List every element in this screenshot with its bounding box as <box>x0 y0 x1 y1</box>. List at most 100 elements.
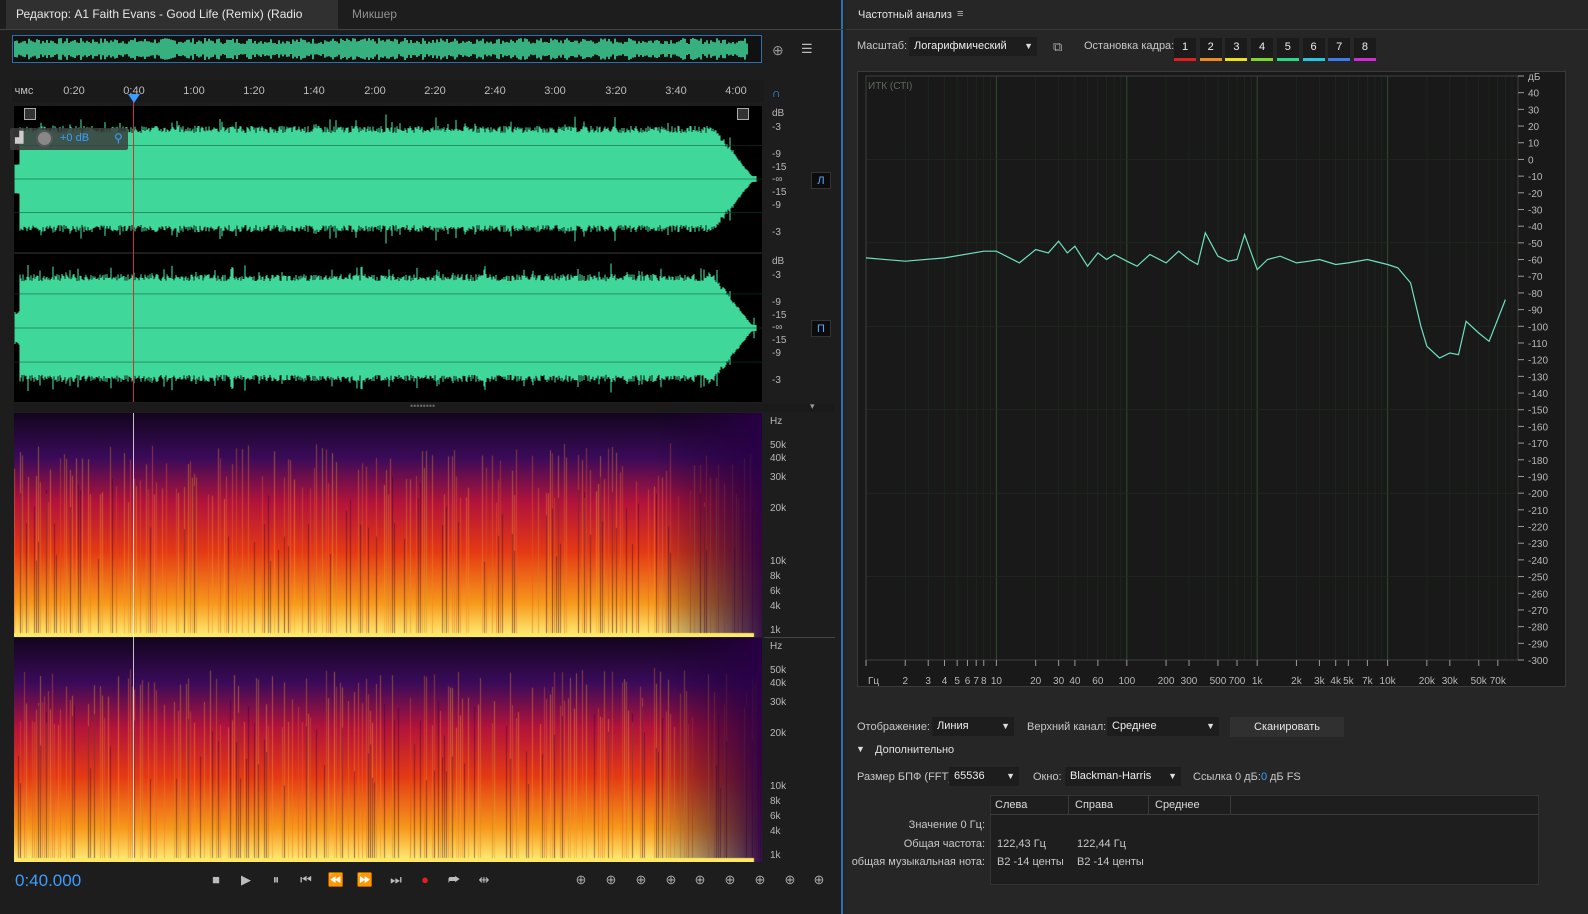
hold-frame-8-button[interactable]: 8 <box>1353 38 1376 61</box>
playhead-line <box>133 96 134 402</box>
copy-graph-icon[interactable]: ⧉ <box>1053 39 1062 55</box>
fast-forward-icon[interactable]: ⏩ <box>355 872 375 888</box>
reference-label: Ссылка 0 дБ: <box>1193 771 1261 783</box>
zoom-in-amplitude-icon[interactable]: ⊕ <box>571 872 591 888</box>
x-tick-label: 4 <box>942 676 948 687</box>
fft-size-label: Размер БПФ (FFT): <box>857 771 955 783</box>
gain-knob[interactable] <box>36 130 53 147</box>
header-sep <box>1148 795 1149 815</box>
zoom-in-time-icon[interactable]: ⊕ <box>631 872 651 888</box>
pause-icon[interactable]: ⏸ <box>266 872 286 888</box>
x-tick-label: 3k <box>1314 676 1326 687</box>
pin-icon[interactable]: ⚲ <box>114 131 123 145</box>
volume-bars-icon: ▟ <box>15 132 24 144</box>
hold-frame-6-button[interactable]: 6 <box>1302 38 1325 61</box>
fft-size-dropdown[interactable]: 65536 ▼ <box>949 767 1019 786</box>
disclosure-triangle-icon[interactable]: ▼ <box>856 744 865 754</box>
record-icon[interactable]: ● <box>415 872 435 887</box>
display-dropdown[interactable]: Линия ▼ <box>932 717 1014 736</box>
hold-frame-label: 2 <box>1207 41 1214 53</box>
hold-frame-label: 1 <box>1181 41 1189 53</box>
top-channel-label: Верхний канал: <box>1027 721 1107 733</box>
editor-panel: Редактор: A1 Faith Evans - Good Life (Re… <box>0 0 843 914</box>
spectrogram-right[interactable] <box>14 638 762 862</box>
hz-tick-label: 30k <box>770 697 787 708</box>
zoom-navigator-icon[interactable]: ⊕ <box>772 42 784 59</box>
advanced-toggle[interactable]: Дополнительно <box>875 744 954 756</box>
skip-selection-icon[interactable]: ⇹ <box>474 872 494 888</box>
zoom-in-end-icon[interactable]: ⊕ <box>750 872 770 888</box>
graph-ticks: Гц 2 3 4 5 6 7 8 10 20 30 40 60 100 200 300 500 700 1k 2k 3k… <box>865 72 1548 687</box>
hold-frame-label: 6 <box>1310 41 1317 53</box>
loop-icon[interactable]: ⮫ <box>444 872 464 888</box>
spectrogram-right-canvas <box>14 638 762 862</box>
overview-waveform[interactable] <box>12 35 762 63</box>
zoom-out-amplitude-icon[interactable]: ⊕ <box>601 872 621 888</box>
y-tick-label: -10 <box>1528 172 1543 183</box>
rewind-icon[interactable]: ⏪ <box>326 872 346 888</box>
tab-mixer[interactable]: Микшер <box>342 0 407 29</box>
scan-button[interactable]: Сканировать <box>1230 717 1344 737</box>
channel-right-toggle[interactable]: П <box>811 320 831 337</box>
zoom-selection-icon[interactable]: ⊕ <box>780 872 800 888</box>
window-value: Blackman-Harris <box>1070 770 1152 782</box>
waveform-right-channel[interactable] <box>14 254 762 402</box>
hold-frame-color-swatch <box>1302 58 1325 61</box>
hold-frame-4-button[interactable]: 4 <box>1251 38 1274 61</box>
zoom-out-time-icon[interactable]: ⊕ <box>661 872 681 888</box>
spectrogram-left-canvas <box>14 413 762 637</box>
spectrogram-left[interactable] <box>14 413 762 637</box>
y-tick-label: -140 <box>1528 389 1548 400</box>
hold-frame-3-button[interactable]: 3 <box>1225 38 1248 61</box>
window-dropdown[interactable]: Blackman-Harris ▼ <box>1065 767 1181 786</box>
x-tick-label: 500 <box>1210 676 1227 687</box>
skip-forward-icon[interactable]: ⏭ <box>386 872 406 888</box>
y-tick-label: -270 <box>1528 606 1548 617</box>
hold-frame-label: Остановка кадра: <box>1084 40 1175 52</box>
list-view-icon[interactable]: ☰ <box>801 41 813 57</box>
gain-hud[interactable]: ▟ +0 dB ⚲ <box>10 128 128 150</box>
header-average: Среднее <box>1155 799 1200 811</box>
db-tick-label: -9 <box>772 348 781 359</box>
timecode-display[interactable]: 0:40.000 <box>15 871 81 891</box>
top-channel-dropdown[interactable]: Среднее ▼ <box>1107 717 1219 736</box>
play-icon[interactable]: ▶ <box>236 872 256 888</box>
hz-tick-label: 1k <box>770 850 781 861</box>
hold-frame-2-button[interactable]: 2 <box>1199 38 1222 61</box>
hold-frame-color-swatch <box>1353 58 1376 61</box>
panel-menu-icon[interactable]: ≡ <box>957 8 963 20</box>
view-splitter[interactable]: •••••••• ▾ <box>14 401 834 412</box>
y-tick-label: -80 <box>1528 289 1543 300</box>
zoom-out-full-icon[interactable]: ⊕ <box>690 872 710 888</box>
frequency-graph[interactable]: ИТК (СТІ) Гц 2 3 4 5 6 7 8 10 20 30 40 60 100 200 300 50… <box>857 71 1566 687</box>
hold-frame-1-button[interactable]: 1 <box>1174 38 1196 61</box>
scale-dropdown[interactable]: Логарифмический ▼ <box>909 37 1037 56</box>
chevron-down-icon[interactable]: ▾ <box>810 401 815 412</box>
hold-frame-5-button[interactable]: 5 <box>1276 38 1299 61</box>
fade-out-handle[interactable] <box>737 108 749 120</box>
skip-back-icon[interactable]: ⏮ <box>296 872 316 888</box>
reference-value[interactable]: 0 <box>1261 771 1267 783</box>
ruler-tick-label: 1:40 <box>303 85 325 97</box>
zoom-in-start-icon[interactable]: ⊕ <box>720 872 740 888</box>
y-tick-label: -300 <box>1528 656 1548 667</box>
y-tick-label: -180 <box>1528 456 1548 467</box>
ruler-tick-label: 2:40 <box>484 85 506 97</box>
db-tick-label: -3 <box>772 270 781 281</box>
db-tick-label: -3 <box>772 375 781 386</box>
x-tick-label: 4k <box>1330 676 1342 687</box>
zoom-tracks-icon[interactable]: ⊕ <box>809 872 829 888</box>
tab-editor[interactable]: Редактор: A1 Faith Evans - Good Life (Re… <box>6 0 338 50</box>
playhead-marker[interactable] <box>128 94 140 103</box>
hold-frame-7-button[interactable]: 7 <box>1328 38 1351 61</box>
chevron-down-icon: ▼ <box>1206 721 1215 731</box>
scale-divider <box>764 637 835 638</box>
fade-in-handle[interactable] <box>24 108 36 120</box>
db-tick-label: -15 <box>772 310 787 321</box>
time-ruler[interactable]: чмс 0:20 0:40 1:00 1:20 1:40 2:00 2:20 2:40 3:00 3… <box>12 80 764 102</box>
stop-icon[interactable]: ■ <box>206 872 226 887</box>
headphones-icon[interactable]: ∩ <box>772 86 781 100</box>
display-value: Линия <box>937 720 969 732</box>
channel-left-toggle[interactable]: Л <box>811 172 831 189</box>
hold-frame-label: 5 <box>1284 41 1291 53</box>
